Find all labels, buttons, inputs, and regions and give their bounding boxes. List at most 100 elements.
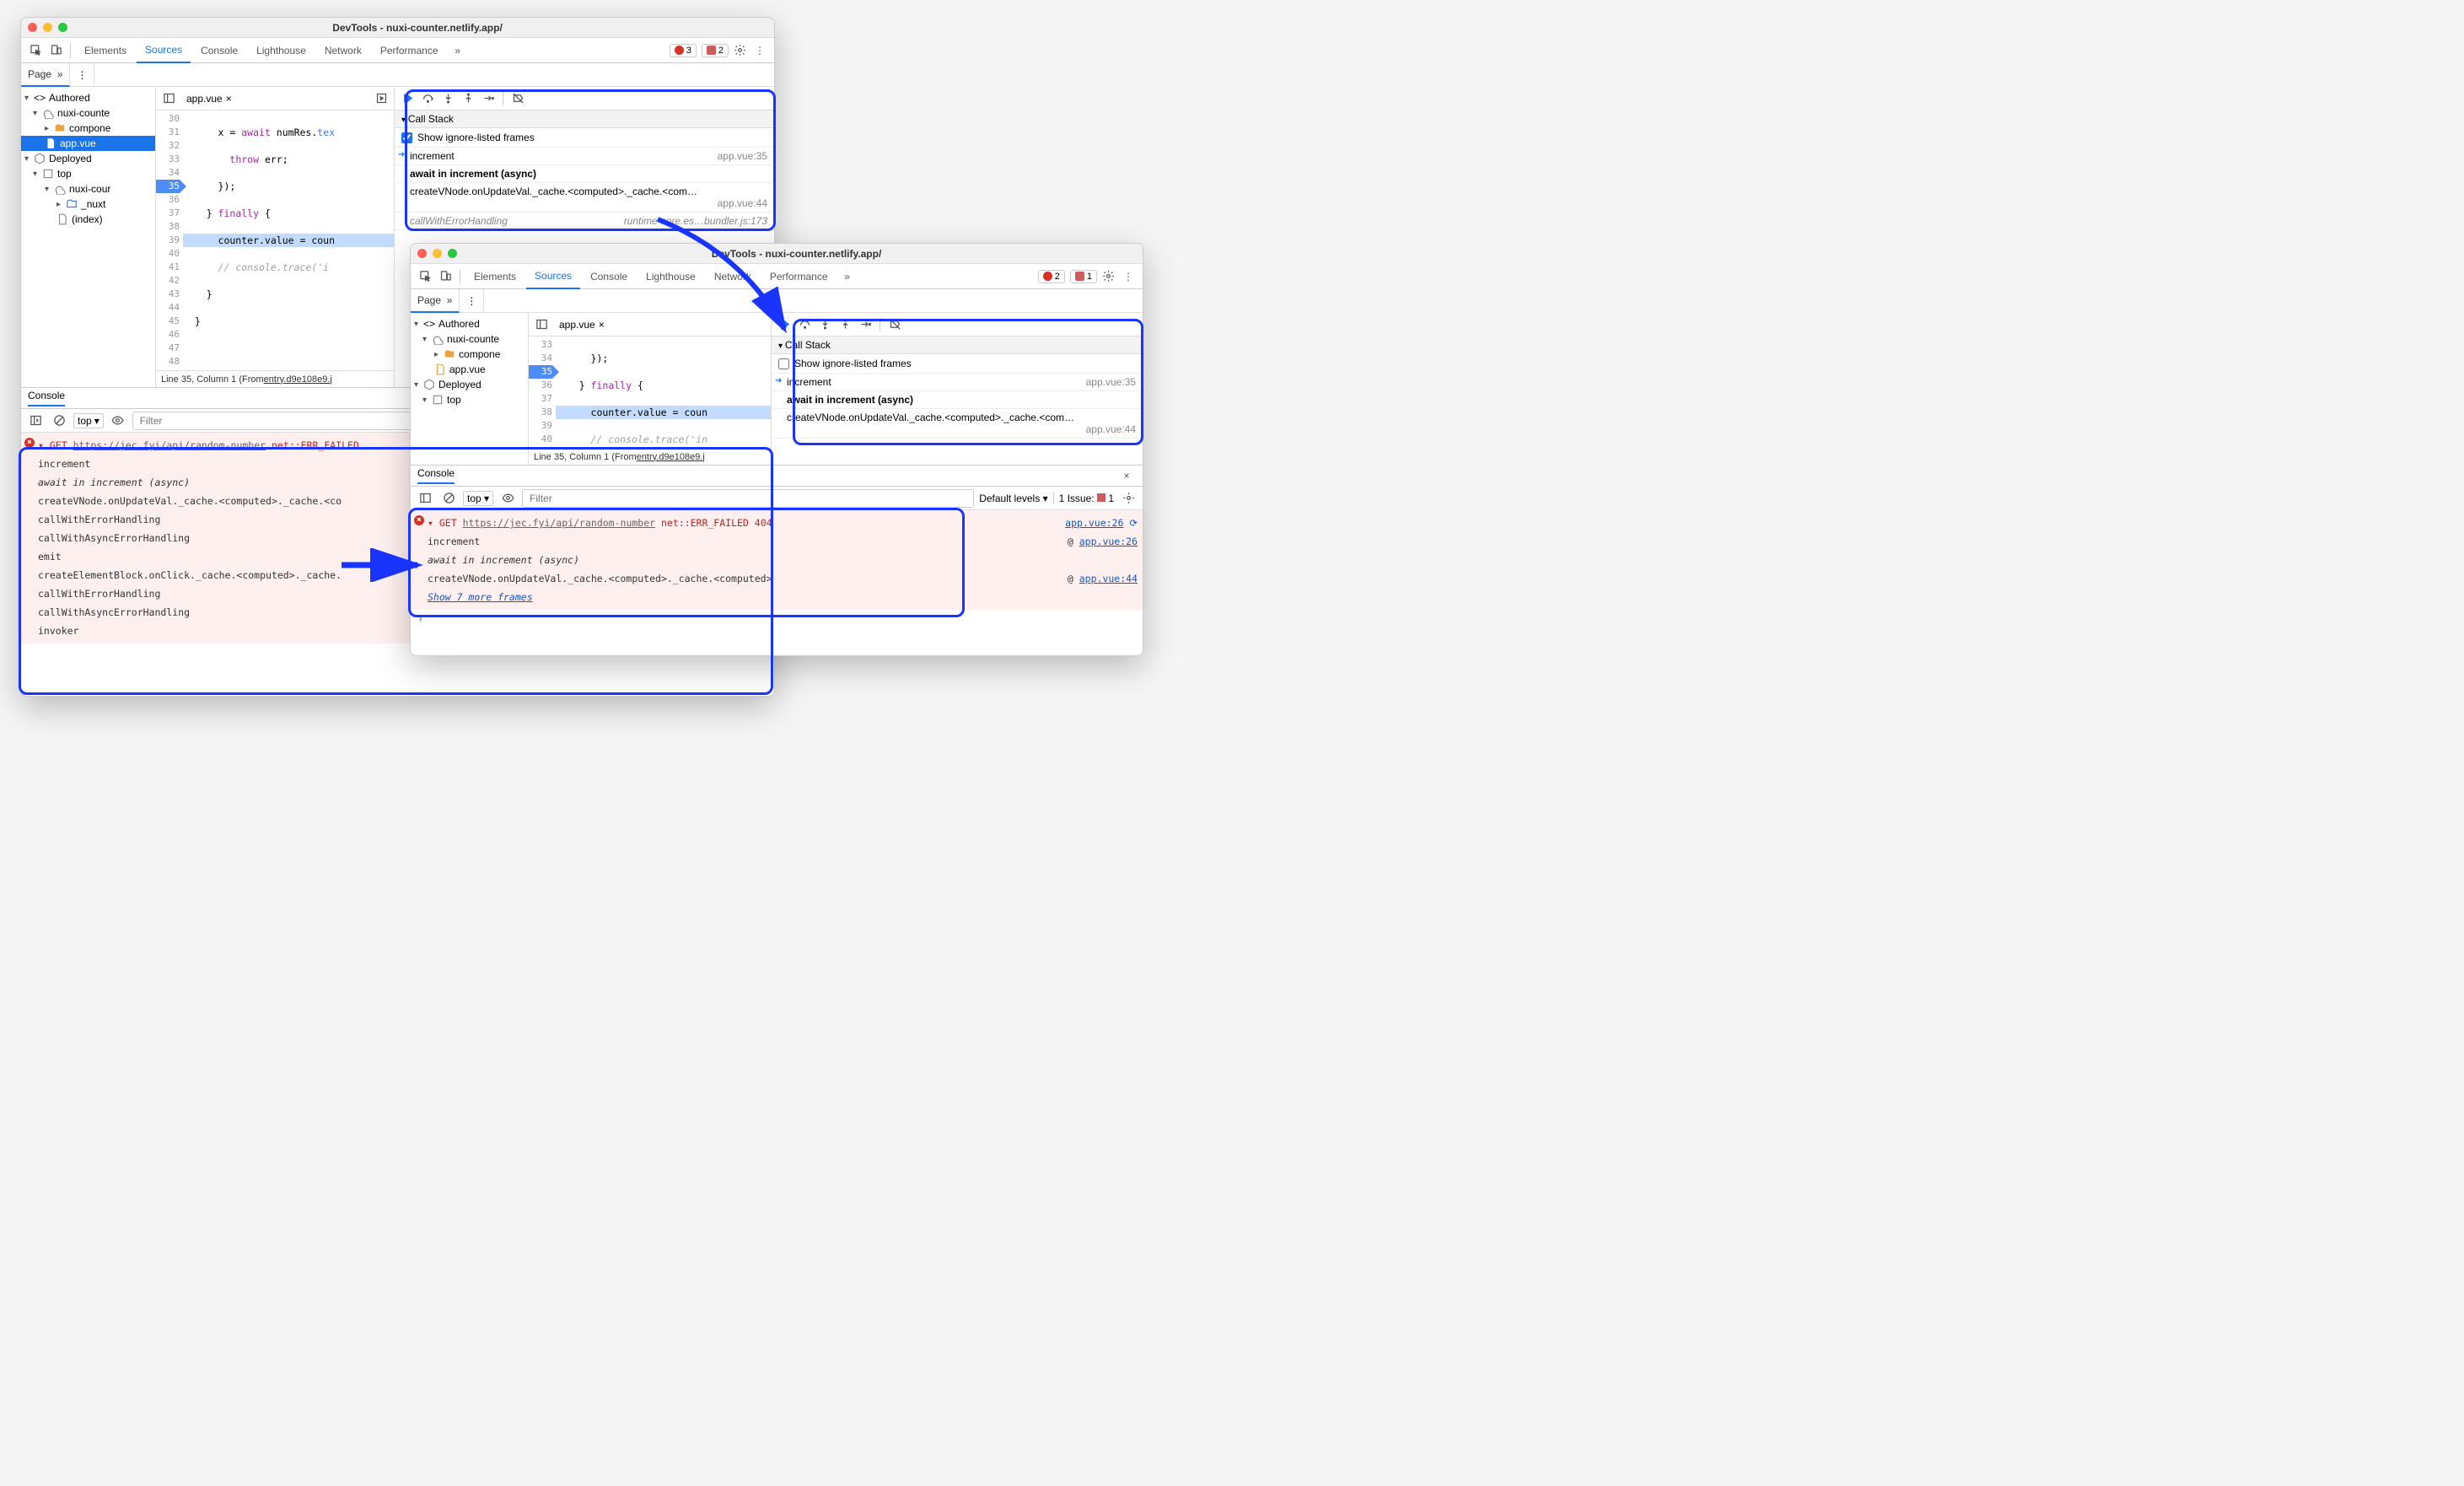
- console-drawer-header[interactable]: Console ×: [411, 465, 1143, 487]
- gutter[interactable]: 3031323334353637383940414243444546474849…: [156, 110, 183, 370]
- error-count-chip[interactable]: 2: [1038, 270, 1065, 283]
- gear-icon[interactable]: [730, 41, 749, 60]
- error-header[interactable]: ▾ GET https://jec.fyi/api/random-number …: [428, 514, 1138, 532]
- zoom-icon[interactable]: [448, 249, 457, 258]
- close-icon[interactable]: [28, 23, 37, 32]
- device-icon[interactable]: [436, 267, 455, 286]
- tree-appvue[interactable]: app.vue: [21, 136, 155, 151]
- trace-line[interactable]: increment@ app.vue:26: [428, 532, 1138, 551]
- tab-sources[interactable]: Sources: [137, 38, 191, 63]
- sourcemap-link[interactable]: entry.d9e108e9.j: [637, 452, 705, 462]
- device-icon[interactable]: [46, 41, 65, 60]
- page-nav-tab[interactable]: Page »: [411, 289, 460, 313]
- clear-console-icon[interactable]: [50, 412, 68, 430]
- gutter[interactable]: 3334353637383940: [529, 337, 556, 448]
- kebab-icon[interactable]: ⋮: [750, 41, 769, 60]
- step-out-icon[interactable]: [836, 315, 854, 334]
- show-ignored-checkbox[interactable]: [778, 358, 789, 369]
- step-over-icon[interactable]: [418, 89, 437, 108]
- live-expr-icon[interactable]: [109, 412, 127, 430]
- nav-kebab[interactable]: ⋮: [460, 289, 484, 313]
- tree-nuxt[interactable]: _nuxt: [21, 197, 155, 212]
- tab-lighthouse[interactable]: Lighthouse: [248, 38, 315, 63]
- close-tab-icon[interactable]: ×: [599, 319, 605, 331]
- context-selector[interactable]: top ▾: [463, 491, 493, 506]
- sidebar-toggle-icon[interactable]: [159, 89, 178, 108]
- code-text[interactable]: x = await numRes.tex throw err; }); } fi…: [183, 110, 394, 370]
- inspect-icon[interactable]: [416, 267, 434, 286]
- stack-frame[interactable]: await in increment (async): [395, 165, 774, 183]
- sourcemap-link[interactable]: entry.d9e108e9.j: [264, 374, 332, 385]
- live-expr-icon[interactable]: [498, 489, 517, 508]
- deactivate-breakpoints-icon[interactable]: [508, 89, 527, 108]
- tab-console[interactable]: Console: [582, 264, 636, 289]
- tabs-overflow-icon[interactable]: »: [838, 267, 857, 286]
- run-snippet-icon[interactable]: [372, 89, 390, 108]
- gear-icon[interactable]: [1099, 267, 1117, 286]
- callstack-header[interactable]: Call Stack: [395, 110, 774, 128]
- error-url[interactable]: https://jec.fyi/api/random-number: [463, 517, 655, 529]
- tab-network[interactable]: Network: [316, 38, 370, 63]
- log-levels-selector[interactable]: Default levels ▾: [979, 493, 1047, 504]
- tab-performance[interactable]: Performance: [372, 38, 447, 63]
- step-into-icon[interactable]: [815, 315, 834, 334]
- step-icon[interactable]: [856, 315, 874, 334]
- tree-compone[interactable]: compone: [21, 121, 155, 136]
- warning-count-chip[interactable]: 2: [702, 44, 729, 57]
- show-ignored-checkbox[interactable]: [401, 132, 412, 143]
- issues-chip[interactable]: 1 Issue: 1: [1053, 493, 1114, 504]
- tree-nuxicour[interactable]: nuxi-cour: [21, 181, 155, 197]
- show-ignored-checkbox-row[interactable]: Show ignore-listed frames: [395, 128, 774, 148]
- inspect-icon[interactable]: [26, 41, 45, 60]
- stack-frame[interactable]: incrementapp.vue:35: [772, 374, 1143, 391]
- kebab-icon[interactable]: ⋮: [1119, 267, 1138, 286]
- error-count-chip[interactable]: 3: [670, 44, 697, 57]
- step-into-icon[interactable]: [438, 89, 457, 108]
- page-nav-tab[interactable]: Page »: [21, 63, 70, 87]
- console-filter-input[interactable]: [526, 491, 970, 506]
- console-prompt[interactable]: ›: [411, 610, 1143, 628]
- close-drawer-icon[interactable]: ×: [1117, 466, 1136, 485]
- console-sidebar-icon[interactable]: [26, 412, 45, 430]
- stack-frame[interactable]: await in increment (async): [772, 391, 1143, 409]
- step-icon[interactable]: [479, 89, 498, 108]
- console-sidebar-icon[interactable]: [416, 489, 434, 508]
- minimize-icon[interactable]: [433, 249, 442, 258]
- close-tab-icon[interactable]: ×: [226, 93, 232, 105]
- show-ignored-checkbox-row[interactable]: Show ignore-listed frames: [772, 354, 1143, 374]
- open-file-tab[interactable]: app.vue ×: [181, 93, 237, 105]
- close-icon[interactable]: [417, 249, 427, 258]
- tree-nuxi[interactable]: nuxi-counte: [411, 331, 528, 347]
- minimize-icon[interactable]: [43, 23, 52, 32]
- deployed-group[interactable]: Deployed: [411, 377, 528, 392]
- error-top-link[interactable]: app.vue:26: [1065, 517, 1123, 529]
- tabs-overflow-icon[interactable]: »: [449, 41, 467, 60]
- clear-console-icon[interactable]: [439, 489, 458, 508]
- tab-sources[interactable]: Sources: [526, 264, 580, 289]
- step-out-icon[interactable]: [459, 89, 477, 108]
- nav-kebab[interactable]: ⋮: [70, 63, 94, 87]
- refresh-icon[interactable]: ⟳: [1129, 517, 1138, 529]
- authored-group[interactable]: <> Authored: [21, 90, 155, 105]
- authored-group[interactable]: <> Authored: [411, 316, 528, 331]
- zoom-icon[interactable]: [58, 23, 67, 32]
- show-more-frames[interactable]: Show 7 more frames: [428, 588, 1138, 606]
- callstack-header[interactable]: Call Stack: [772, 337, 1143, 354]
- tab-elements[interactable]: Elements: [465, 264, 525, 289]
- trace-line[interactable]: await in increment (async): [428, 551, 1138, 569]
- gear-icon[interactable]: [1119, 489, 1138, 508]
- warning-count-chip[interactable]: 1: [1070, 270, 1097, 283]
- tab-console[interactable]: Console: [192, 38, 246, 63]
- sidebar-toggle-icon[interactable]: [532, 315, 551, 334]
- trace-source-link[interactable]: app.vue:44: [1079, 573, 1138, 584]
- deactivate-breakpoints-icon[interactable]: [885, 315, 904, 334]
- error-url[interactable]: https://jec.fyi/api/random-number: [73, 439, 266, 451]
- tree-index[interactable]: (index): [21, 212, 155, 227]
- tree-appvue[interactable]: app.vue: [411, 362, 528, 377]
- stack-frame[interactable]: incrementapp.vue:35: [395, 148, 774, 165]
- tree-top[interactable]: top: [21, 166, 155, 181]
- tree-top[interactable]: top: [411, 392, 528, 407]
- tab-elements[interactable]: Elements: [76, 38, 135, 63]
- tree-nuxi[interactable]: nuxi-counte: [21, 105, 155, 121]
- stack-frame[interactable]: createVNode.onUpdateVal._cache.<computed…: [772, 409, 1143, 439]
